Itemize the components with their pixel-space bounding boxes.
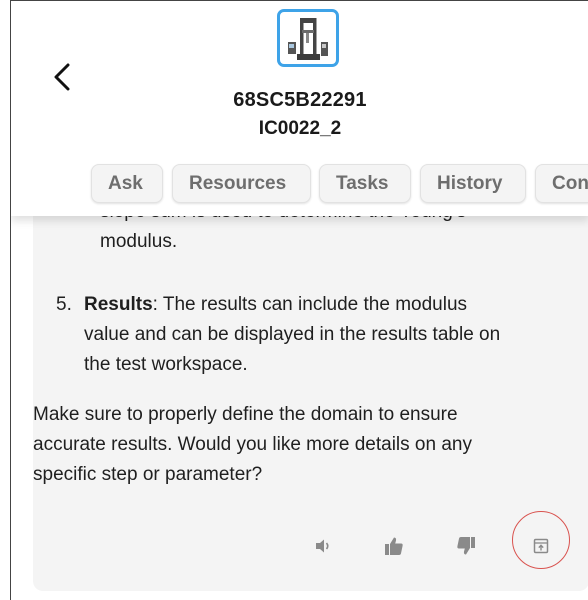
thumbs-down-icon — [457, 537, 475, 555]
closing-line: specific step or parameter? — [33, 464, 263, 485]
closing-line: accurate results. Would you like more de… — [33, 434, 472, 455]
list-item-line: value and can be displayed in the result… — [84, 324, 501, 345]
message-actions — [11, 531, 588, 571]
speak-button[interactable] — [308, 531, 338, 561]
tab-con[interactable]: Con — [535, 164, 588, 203]
tab-ask[interactable]: Ask — [91, 164, 163, 203]
thumbs-up-icon — [385, 537, 403, 555]
speaker-icon — [316, 539, 329, 553]
device-serial-number: 68SC5B22291 — [233, 89, 367, 111]
list-item-title: Results — [84, 294, 153, 315]
chevron-left-icon — [54, 63, 70, 91]
tab-resources[interactable]: Resources — [172, 164, 311, 203]
list-item-line: the test workspace. — [84, 354, 248, 375]
tab-history[interactable]: History — [420, 164, 526, 203]
dislike-button[interactable] — [451, 531, 481, 561]
list-item-text: : The results can include the modulus — [152, 294, 468, 315]
highlight-annotation-circle — [512, 511, 570, 569]
closing-line: Make sure to properly define the domain … — [33, 404, 458, 425]
app-frame: slope sum is used to determine the Young… — [10, 0, 588, 600]
app-header: 68SC5B22291 IC0022_2 Ask Resources Tasks… — [11, 1, 588, 216]
device-image — [277, 9, 339, 67]
device-model-id: IC0022_2 — [258, 118, 342, 139]
list-item-line: Results: The results can include the mod… — [84, 291, 467, 319]
testing-machine-icon — [288, 18, 328, 60]
message-modulus-line: modulus. — [100, 231, 178, 252]
like-button[interactable] — [379, 531, 409, 561]
list-item-number: 5. — [56, 294, 72, 315]
tab-tasks[interactable]: Tasks — [319, 164, 411, 203]
